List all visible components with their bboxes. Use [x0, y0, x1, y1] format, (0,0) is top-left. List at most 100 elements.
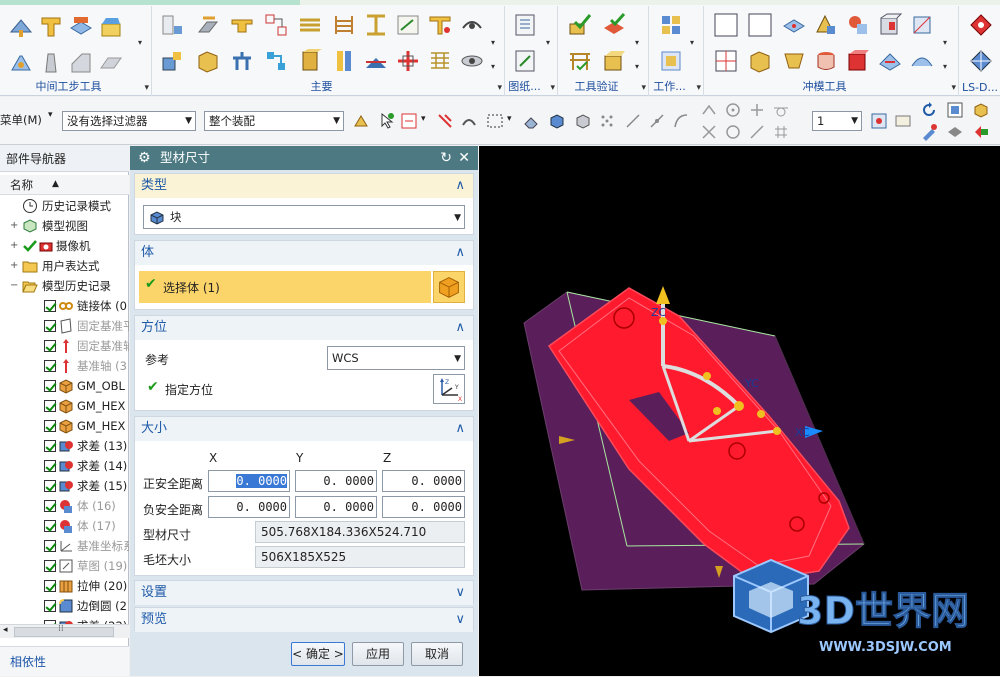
expand-chevron-icon[interactable]: ∨ [455, 581, 465, 605]
negative-clearance-y-input[interactable]: 0. 0000 [295, 496, 377, 518]
die-tool-14-icon[interactable] [909, 48, 935, 74]
handle-dot[interactable] [713, 407, 721, 415]
main-tool-18-icon[interactable] [395, 48, 421, 74]
ls-dyna-tool-1-icon[interactable] [968, 12, 994, 38]
main-tool-16-icon[interactable] [331, 48, 357, 74]
main-tool-12-icon[interactable] [195, 48, 221, 74]
main-tool-13-icon[interactable] [229, 48, 255, 74]
menu-button[interactable]: 菜单(M) [0, 112, 42, 128]
group-dropdown-icon[interactable]: ▾ [951, 83, 956, 93]
display-mode-icon[interactable] [946, 101, 964, 119]
reference-select[interactable]: WCS ▼ [327, 346, 465, 370]
negative-clearance-x-input[interactable]: 0. 0000 [208, 496, 290, 518]
tree-item-user-expressions[interactable]: + 用户表达式 [0, 256, 129, 276]
point-cloud-icon[interactable] [598, 112, 616, 130]
line-select-icon[interactable] [624, 112, 642, 130]
csys-dialog-button[interactable]: ZYX [433, 374, 465, 404]
visibility-checkbox[interactable] [44, 600, 56, 612]
die-tool-9-icon[interactable] [781, 48, 807, 74]
face-select-icon[interactable] [574, 112, 592, 130]
snap-on-curve-icon[interactable] [748, 123, 766, 141]
main-tool-11-icon[interactable] [159, 48, 185, 74]
tree-item-feature[interactable]: 求差 (15) [0, 476, 129, 496]
work-tool-2-icon[interactable] [658, 48, 684, 74]
group-dropdown-icon[interactable]: ▾ [144, 83, 149, 93]
step-tool-4-icon[interactable] [98, 14, 124, 40]
die-tool-11-icon[interactable] [845, 48, 871, 74]
square-outline-icon[interactable] [713, 12, 739, 38]
ok-button[interactable]: < 确定 > [291, 642, 345, 666]
snap-quadrant-icon[interactable] [724, 123, 742, 141]
ls-dyna-tool-2-icon[interactable] [968, 48, 994, 74]
main-tool-3-icon[interactable] [229, 12, 255, 38]
tree-item-feature[interactable]: 固定基准平 [0, 316, 129, 336]
select-body-button[interactable] [433, 271, 465, 303]
die-tool-4-icon[interactable] [813, 12, 839, 38]
rectangle-select-icon[interactable] [486, 112, 504, 130]
tree-item-model-history[interactable]: − 模型历史记录 [0, 276, 129, 296]
pointer-select-icon[interactable] [378, 112, 396, 130]
more-chevron-icon[interactable]: ▾ [943, 62, 955, 71]
tree-item-feature[interactable]: 体 (16) [0, 496, 129, 516]
graphics-viewport[interactable]: ZC YC XC 3D世界网 WWW.3DSJW.COM [479, 146, 1000, 676]
die-tool-10-icon[interactable] [813, 48, 839, 74]
main-tool-4-icon[interactable] [263, 12, 289, 38]
validation-tool-3-icon[interactable] [567, 48, 593, 74]
main-tool-5-icon[interactable] [297, 12, 323, 38]
assembly-scope-select[interactable]: 整个装配 ▼ [204, 111, 344, 131]
settings-section-header[interactable]: 设置 ∨ [135, 581, 473, 605]
visibility-checkbox[interactable] [44, 540, 56, 552]
main-tool-10-icon[interactable] [459, 12, 485, 38]
name-column-header[interactable]: 名称 ▲ [0, 175, 129, 195]
step-tool-6-icon[interactable] [38, 50, 64, 76]
visibility-checkbox[interactable] [44, 340, 56, 352]
eraser-icon[interactable] [522, 112, 540, 130]
snap-point-icon[interactable] [748, 101, 766, 119]
orientation-section-header[interactable]: 方位 ∧ [135, 316, 473, 340]
curve-select-icon[interactable] [672, 112, 690, 130]
tree-item-feature[interactable]: 基准轴 (3 [0, 356, 129, 376]
step-tool-5-icon[interactable] [8, 50, 34, 76]
handle-dot[interactable] [757, 410, 765, 418]
tree-item-feature[interactable]: 边倒圆 (2 [0, 596, 129, 616]
tree-item-feature[interactable]: 基准坐标系 [0, 536, 129, 556]
tree-item-feature[interactable]: 求差 (13) [0, 436, 129, 456]
visibility-checkbox[interactable] [44, 520, 56, 532]
view-fit-icon[interactable] [870, 112, 888, 130]
validation-tool-1-icon[interactable] [567, 12, 593, 38]
type-select[interactable]: 块 ▼ [143, 205, 465, 229]
collapse-chevron-icon[interactable]: ∧ [455, 417, 465, 441]
tree-item-feature[interactable]: 求差 (14) [0, 456, 129, 476]
dropdown-icon[interactable]: ▾ [507, 114, 512, 124]
more-chevron-icon[interactable]: ▾ [491, 62, 501, 71]
step-tool-8-icon[interactable] [98, 50, 124, 76]
step-tool-3-icon[interactable] [68, 14, 94, 40]
render-style-icon[interactable] [972, 101, 990, 119]
tree-item-history-mode[interactable]: 历史记录模式 [0, 196, 129, 216]
tree-item-feature[interactable]: GM_HEX [0, 416, 129, 436]
select-body-icon[interactable] [460, 112, 478, 130]
visibility-checkbox[interactable] [44, 440, 56, 452]
tree-item-cameras[interactable]: + 摄像机 [0, 236, 129, 256]
layer-settings-icon[interactable] [894, 112, 912, 130]
more-chevron-icon[interactable]: ▾ [491, 38, 501, 47]
visibility-checkbox[interactable] [44, 360, 56, 372]
preview-section-header[interactable]: 预览 ∨ [135, 608, 473, 632]
snap-center-icon[interactable] [724, 101, 742, 119]
tree-item-feature[interactable]: 链接体 (0 [0, 296, 129, 316]
die-tool-13-icon[interactable] [909, 12, 935, 38]
more-chevron-icon[interactable]: ▾ [546, 38, 554, 47]
cube-select-icon[interactable] [548, 112, 566, 130]
validation-tool-2-icon[interactable] [601, 12, 627, 38]
more-chevron-icon[interactable]: ▾ [690, 38, 700, 47]
refresh-icon[interactable] [920, 101, 938, 119]
positive-clearance-x-input[interactable]: 0. 0000 [208, 470, 290, 492]
horizontal-scrollbar[interactable]: ◂ ⁞⁞ [0, 624, 129, 638]
handle-dot[interactable] [734, 401, 744, 411]
size-section-header[interactable]: 大小 ∧ [135, 417, 473, 441]
dependencies-panel-header[interactable]: 相依性 [0, 646, 129, 676]
step-tool-2-icon[interactable] [38, 14, 64, 40]
group-dropdown-icon[interactable]: ▾ [550, 83, 555, 93]
main-tool-1-icon[interactable] [159, 12, 185, 38]
main-tool-15-icon[interactable] [297, 48, 323, 74]
